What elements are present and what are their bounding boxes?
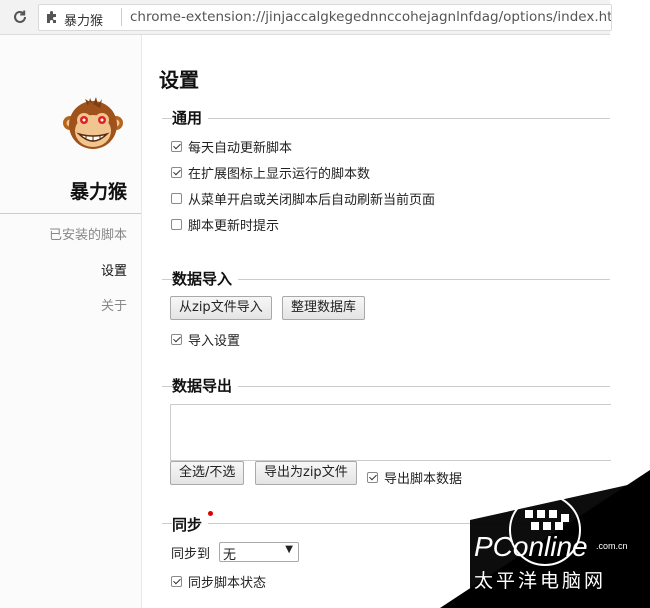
checkbox[interactable]	[171, 334, 182, 345]
brand-name: 暴力猴	[69, 181, 127, 203]
sidebar-divider	[0, 213, 141, 214]
export-zip-button[interactable]: 导出为zip文件	[255, 461, 357, 485]
option-export-data[interactable]: 导出脚本数据	[367, 468, 462, 487]
option-label: 从菜单开启或关闭脚本后自动刷新当前页面	[188, 193, 436, 208]
checkbox[interactable]	[367, 472, 378, 483]
sidebar: 暴力猴 已安装的脚本 设置 关于	[0, 35, 142, 608]
option-label: 在扩展图标上显示运行的脚本数	[188, 167, 371, 182]
sidebar-item-settings[interactable]: 设置	[101, 260, 127, 279]
select-all-button[interactable]: 全选/不选	[170, 461, 245, 485]
sync-service-value: 无	[223, 548, 237, 563]
option-label: 导出脚本数据	[384, 472, 463, 487]
option-label: 脚本更新时提示	[188, 219, 280, 234]
checkbox[interactable]	[171, 193, 182, 204]
browser-toolbar: 暴力猴 chrome-extension://jinjaccalgkegednn…	[0, 0, 612, 35]
option-import-settings[interactable]: 导入设置	[171, 330, 240, 349]
extension-puzzle-icon	[47, 11, 56, 23]
option-auto-reload[interactable]: 从菜单开启或关闭脚本后自动刷新当前页面	[171, 189, 435, 208]
address-bar-separator	[121, 8, 122, 26]
dropdown-arrow-icon: ▼	[285, 544, 293, 555]
sync-service-select[interactable]: 无 ▼	[219, 542, 299, 563]
option-sync-status[interactable]: 同步脚本状态	[171, 572, 266, 591]
monkey-logo-icon	[63, 97, 123, 149]
section-rule	[162, 118, 610, 119]
address-bar[interactable]: 暴力猴 chrome-extension://jinjaccalgkegednn…	[38, 4, 612, 31]
option-show-badge[interactable]: 在扩展图标上显示运行的脚本数	[171, 163, 370, 182]
vacuum-database-button[interactable]: 整理数据库	[282, 296, 366, 320]
option-label: 同步脚本状态	[188, 576, 267, 591]
checkbox[interactable]	[171, 219, 182, 230]
section-heading-import: 数据导入	[172, 268, 239, 289]
checkbox[interactable]	[171, 167, 182, 178]
section-rule	[162, 523, 610, 524]
settings-panel: 设置 通用 每天自动更新脚本 在扩展图标上显示运行的脚本数 从菜单开启或关闭脚本…	[142, 35, 611, 608]
checkbox[interactable]	[171, 576, 182, 587]
import-zip-button[interactable]: 从zip文件导入	[170, 296, 272, 320]
sync-to-label: 同步到	[171, 547, 211, 562]
option-update-notify[interactable]: 脚本更新时提示	[171, 215, 279, 234]
required-dot-icon	[208, 511, 213, 516]
reload-icon[interactable]	[10, 7, 30, 27]
section-heading-general: 通用	[172, 107, 209, 128]
export-script-list[interactable]	[170, 404, 611, 461]
option-label: 导入设置	[188, 334, 241, 349]
sidebar-item-installed-scripts[interactable]: 已安装的脚本	[49, 224, 127, 243]
section-heading-export: 数据导出	[172, 375, 239, 396]
address-bar-url[interactable]: chrome-extension://jinjaccalgkegednnccoh…	[130, 9, 611, 25]
section-heading-sync: 同步	[172, 514, 209, 535]
page-title: 设置	[159, 68, 199, 92]
option-label: 每天自动更新脚本	[188, 141, 293, 156]
checkbox[interactable]	[171, 141, 182, 152]
address-bar-extension-name: 暴力猴	[64, 14, 104, 29]
option-auto-update[interactable]: 每天自动更新脚本	[171, 137, 292, 156]
sidebar-item-about[interactable]: 关于	[101, 295, 127, 314]
